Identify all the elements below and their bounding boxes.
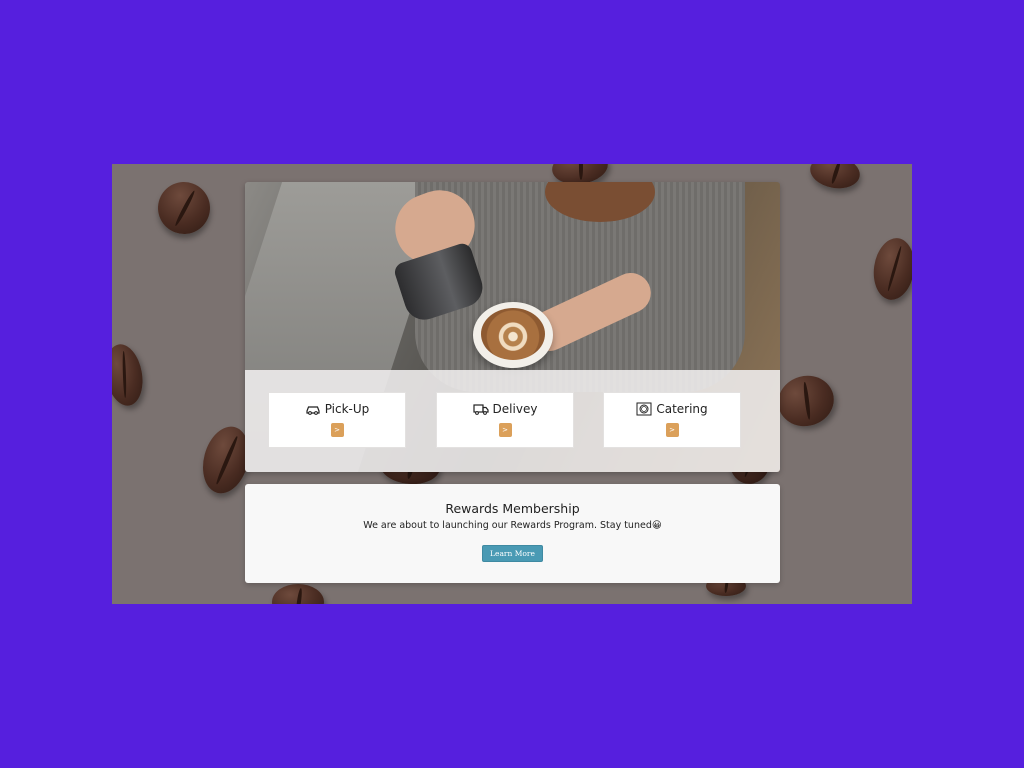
car-icon — [306, 406, 320, 415]
service-delivery-label: Delivey — [492, 402, 538, 416]
content-panel: Pick-Up > Delivey > Catering > Rewards M… — [112, 164, 912, 604]
plate-icon — [636, 402, 652, 416]
coffee-bean-decoration — [869, 235, 912, 303]
service-catering: Catering > — [603, 392, 741, 448]
rewards-card: Rewards Membership We are about to launc… — [245, 484, 780, 583]
truck-icon — [472, 404, 489, 415]
service-catering-label: Catering — [656, 402, 708, 416]
service-options: Pick-Up > Delivey > Catering > — [245, 370, 780, 472]
service-pickup-label: Pick-Up — [324, 402, 370, 416]
service-delivery: Delivey > — [436, 392, 574, 448]
delivery-go-button[interactable]: > — [498, 423, 512, 437]
coffee-bean-decoration — [112, 341, 148, 409]
catering-go-button[interactable]: > — [665, 423, 679, 437]
pickup-go-button[interactable]: > — [330, 423, 344, 437]
rewards-title: Rewards Membership — [445, 501, 580, 516]
service-pickup: Pick-Up > — [268, 392, 406, 448]
learn-more-button[interactable]: Learn More — [482, 545, 543, 562]
hero-card: Pick-Up > Delivey > Catering > — [245, 182, 780, 472]
coffee-bean-decoration — [150, 174, 218, 242]
coffee-bean-decoration — [272, 584, 324, 604]
coffee-bean-decoration — [772, 369, 840, 433]
rewards-description: We are about to launching our Rewards Pr… — [363, 520, 662, 531]
coffee-bean-decoration — [807, 164, 863, 193]
